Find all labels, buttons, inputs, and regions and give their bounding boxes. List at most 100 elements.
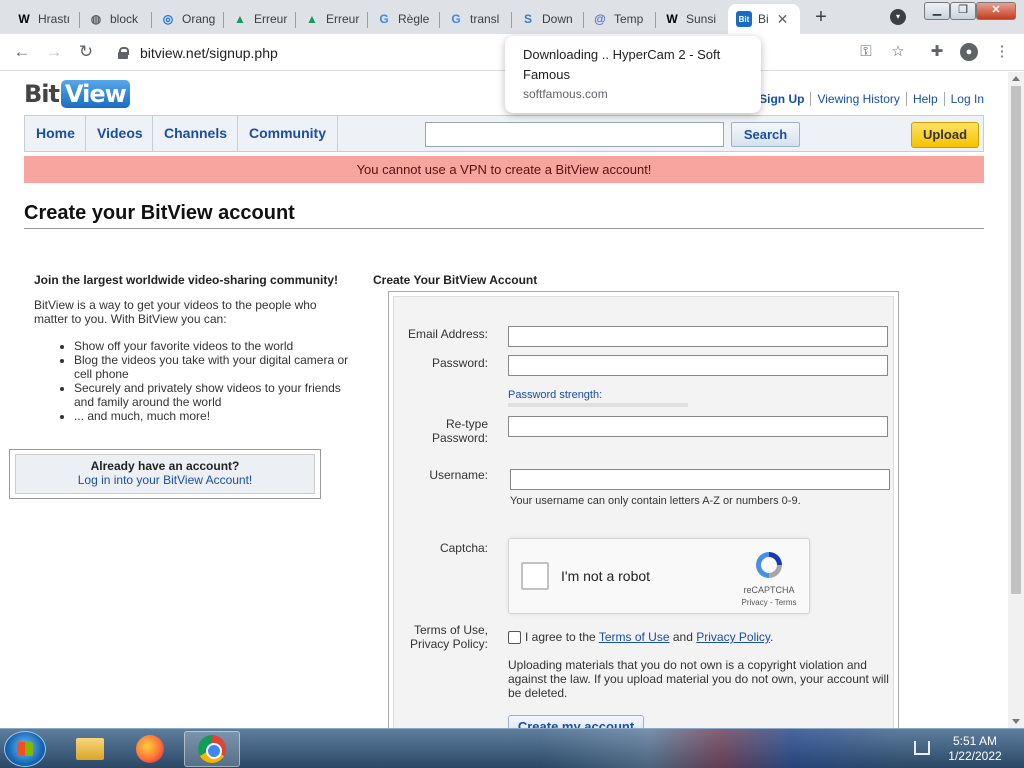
recaptcha-logo-icon [756, 552, 782, 578]
nav-channels[interactable]: Channels [153, 116, 238, 151]
title-divider [24, 228, 984, 229]
password-strength-meter [508, 403, 688, 407]
google-drive-icon: ▲ [306, 12, 318, 26]
globe-icon: ◍ [90, 12, 102, 26]
agree-suffix: . [770, 630, 774, 644]
nav-videos[interactable]: Videos [86, 116, 153, 151]
google-icon: G [379, 12, 389, 26]
viewing-history-link[interactable]: Viewing History [810, 92, 905, 106]
browser-tab[interactable]: W Hrastı [8, 4, 80, 34]
nav-community[interactable]: Community [238, 116, 338, 151]
page-scrollbar[interactable] [1008, 72, 1024, 728]
temp-mail-icon: @ [594, 12, 606, 26]
form-heading: Create Your BitView Account [373, 273, 538, 287]
scroll-down-arrow-icon[interactable] [1012, 719, 1020, 724]
intro-text: BitView is a way to get your videos to t… [34, 298, 317, 326]
recaptcha-checkbox[interactable] [521, 562, 549, 590]
scrollbar-thumb[interactable] [1011, 86, 1021, 594]
url-text: bitview.net/signup.php [140, 45, 278, 61]
signup-form: Email Address: Password: Password streng… [388, 291, 899, 728]
logo-bit-text: Bit [24, 80, 60, 108]
reload-icon[interactable]: ↻ [76, 42, 96, 62]
taskbar-firefox[interactable] [122, 731, 178, 767]
agree-prefix: I agree to the [525, 630, 596, 644]
search-input[interactable] [425, 122, 724, 147]
profile-avatar-icon[interactable]: ● [960, 43, 978, 61]
windows-start-icon[interactable] [4, 731, 46, 767]
help-link[interactable]: Help [905, 92, 944, 106]
system-clock[interactable]: 5:51 AM 1/22/2022 [940, 734, 1010, 764]
lock-icon [118, 47, 129, 59]
orange-site-icon: ◎ [162, 12, 174, 26]
login-prompt-inner: Already have an account? Log in into you… [15, 454, 315, 494]
close-window-button[interactable]: ✕ [976, 2, 1016, 20]
create-account-button[interactable]: Create my account [508, 715, 644, 728]
bitview-logo[interactable]: Bit View [24, 78, 130, 110]
google-icon: G [451, 12, 461, 26]
firefox-icon [136, 735, 164, 763]
privacy-policy-link[interactable]: Privacy Policy [696, 630, 770, 644]
logo-view-text: View [61, 80, 130, 108]
minimize-window-button[interactable]: ▁ [924, 2, 950, 20]
new-tab-button[interactable]: + [810, 6, 832, 28]
benefits-list: Show off your favorite videos to the wor… [74, 339, 354, 423]
tab-search-icon[interactable]: ▾ [890, 9, 906, 25]
upload-button[interactable]: Upload [911, 122, 979, 148]
signup-link[interactable]: Sign Up [753, 92, 810, 106]
maximize-window-button[interactable]: ❐ [950, 2, 976, 20]
tab-label: Temp [614, 12, 644, 26]
login-account-link[interactable]: Log in into your BitView Account! [16, 473, 314, 487]
terms-of-use-link[interactable]: Terms of Use [599, 630, 670, 644]
browser-tab[interactable]: ▲ Erreur [296, 4, 368, 34]
nav-home[interactable]: Home [25, 116, 86, 151]
browser-tab[interactable]: ◎ Orang [152, 4, 224, 34]
tab-label: Bi [758, 12, 769, 26]
taskbar-chrome[interactable] [184, 731, 240, 767]
menu-kebab-icon[interactable]: ⋮ [993, 43, 1011, 61]
taskbar-file-explorer[interactable] [62, 731, 118, 767]
tab-label: Erreur [326, 12, 360, 26]
tab-label: Règle [398, 12, 430, 26]
browser-tab[interactable]: ▲ Erreur [224, 4, 296, 34]
email-label: Email Address: [407, 327, 488, 341]
copyright-notice: Uploading materials that you do not own … [508, 658, 889, 700]
network-tray-icon[interactable] [914, 741, 930, 755]
browser-tab-active[interactable]: Bit Bi ✕ [728, 4, 800, 34]
browser-tab[interactable]: @ Temp [584, 4, 656, 34]
extensions-puzzle-icon[interactable]: ✚ [928, 43, 946, 61]
password-label: Password: [431, 356, 488, 370]
login-link[interactable]: Log In [943, 92, 984, 106]
bookmark-star-icon[interactable]: ☆ [889, 43, 907, 61]
email-field[interactable] [508, 326, 888, 347]
username-field[interactable] [510, 469, 890, 490]
key-icon[interactable]: ⚿ [857, 43, 875, 61]
webpage: Bit View Sign Up Viewing History Help Lo… [0, 72, 1008, 728]
password-field[interactable] [508, 355, 888, 376]
bitview-icon: Bit [736, 11, 752, 27]
recaptcha-terms[interactable]: Privacy - Terms [731, 598, 807, 607]
retype-password-field[interactable] [508, 416, 888, 437]
browser-tab[interactable]: G Règle [368, 4, 440, 34]
browser-tab-strip: W Hrastı ◍ block ◎ Orang ▲ Erreur ▲ Erre… [0, 0, 1024, 34]
search-button[interactable]: Search [731, 122, 800, 147]
softfamous-icon: S [523, 12, 532, 26]
password-strength-label: Password strength: [508, 389, 603, 401]
browser-tab[interactable]: S Down [512, 4, 584, 34]
terms-label-line1: Terms of Use, [413, 623, 488, 637]
tab-label: Hrastı [38, 12, 71, 26]
browser-tab[interactable]: ◍ block [80, 4, 152, 34]
back-arrow-icon[interactable]: ← [12, 42, 32, 62]
download-tooltip: Downloading .. HyperCam 2 - Soft Famous … [505, 36, 761, 113]
scroll-up-arrow-icon[interactable] [1012, 76, 1020, 81]
terms-label-line2: Privacy Policy: [409, 637, 488, 651]
forward-arrow-icon[interactable]: → [44, 42, 64, 62]
agree-terms-checkbox[interactable] [508, 631, 521, 644]
agree-terms-text: I agree to the Terms of Use and Privacy … [525, 630, 773, 644]
tab-label: Erreur [254, 12, 288, 26]
browser-tab[interactable]: W Sunsi [656, 4, 728, 34]
username-hint: Your username can only contain letters A… [510, 495, 801, 507]
tab-label: Down [542, 12, 573, 26]
close-tab-icon[interactable]: ✕ [777, 11, 789, 28]
address-bar[interactable]: bitview.net/signup.php [110, 39, 510, 67]
browser-tab[interactable]: G transl [440, 4, 512, 34]
